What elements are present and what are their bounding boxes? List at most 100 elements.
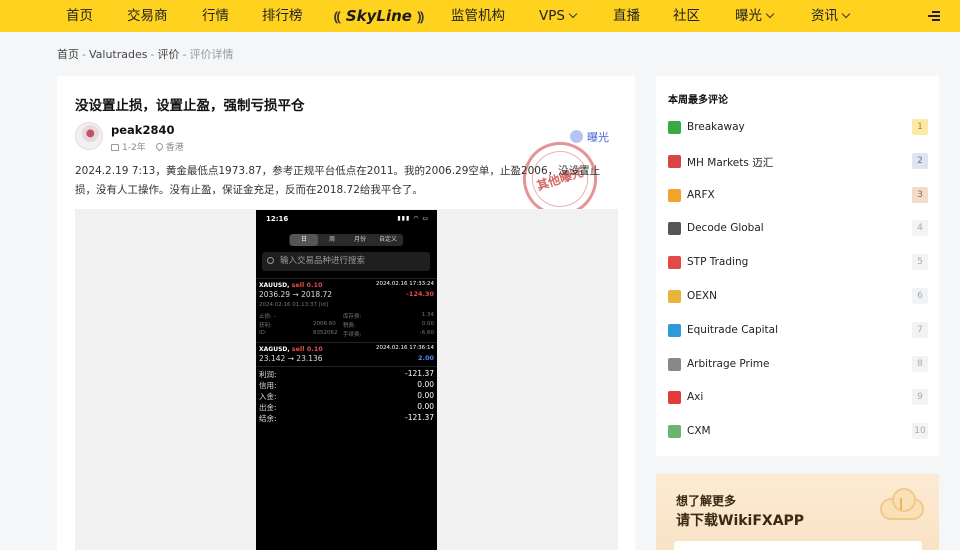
- broker-list-item[interactable]: Arbitrage Prime 8: [668, 355, 928, 374]
- author-name[interactable]: peak2840: [111, 123, 174, 137]
- trade1-tax-label: 税费:: [343, 323, 356, 329]
- sidebar-title: 本周最多评论: [668, 95, 728, 106]
- rank-badge: 3: [912, 186, 928, 203]
- rank-badge: 2: [912, 152, 928, 169]
- trade2-date: 2024.02.16 17:36:14: [376, 345, 434, 351]
- location-pin-icon: [154, 141, 165, 152]
- breadcrumb-home[interactable]: 首页: [57, 48, 79, 61]
- rank-badge: 10: [912, 423, 928, 440]
- author-duration: 1-2年: [122, 143, 146, 153]
- chevron-down-icon: [841, 9, 851, 19]
- phone-tab-month: 月份: [353, 236, 366, 243]
- summary-row: 出金: 0.00: [259, 402, 434, 413]
- broker-logo-icon: [668, 256, 681, 270]
- exposure-badge: 曝光: [570, 128, 609, 145]
- phone-tab-day: 日: [290, 234, 318, 246]
- broker-list-item[interactable]: STP Trading 5: [668, 254, 928, 272]
- trade2-header: XAGUSD, sell 0.10 2024.02.16 17:36:14: [259, 345, 434, 353]
- laurel-left-icon: ⸨: [334, 10, 341, 25]
- summary-label: 入金:: [259, 392, 277, 401]
- broker-logo-icon: [668, 357, 681, 371]
- summary-row: 入金: 0.00: [259, 391, 434, 402]
- logo-text: SkyLine: [345, 7, 412, 25]
- summary-row: 利润: -121.37: [259, 369, 434, 380]
- hamburger-menu-icon[interactable]: [928, 10, 940, 22]
- summary-value: -121.37: [405, 369, 434, 378]
- rank-badge: 8: [912, 355, 928, 372]
- trade1-swap-label: 库存费:: [343, 314, 362, 320]
- phone-time: 12:16: [266, 215, 289, 223]
- trade1-detail-row: 获利: 2006.60 税费: 0.00: [259, 321, 434, 329]
- broker-name: MH Markets 迈汇: [687, 156, 774, 169]
- broker-list-item[interactable]: CXM 10: [668, 423, 928, 441]
- skyline-logo[interactable]: ⸨ SkyLine ⸩: [334, 0, 424, 32]
- nav-item-brokers[interactable]: 交易商: [127, 0, 168, 32]
- summary-row: 结余: -121.37: [259, 413, 434, 424]
- broker-logo-icon: [668, 222, 681, 236]
- summary-value: 0.00: [417, 402, 434, 411]
- nav-item-community[interactable]: 社区: [673, 0, 700, 32]
- trade1-sl-value: -: [273, 314, 276, 320]
- attachment-image[interactable]: 12:16 ▮▮▮ ◠ ▭ 日 周 月份 自定义 输入交易品种进行搜索 XAUU…: [256, 210, 437, 550]
- phone-search-bar: 输入交易品种进行搜索: [262, 252, 430, 271]
- summary-label: 结余:: [259, 414, 277, 423]
- broker-list-item[interactable]: Axi 9: [668, 389, 928, 407]
- broker-list-item[interactable]: Decode Global 4: [668, 220, 928, 238]
- trade1-fee-value: -6.60: [419, 330, 434, 336]
- trade2-pnl: 2.00: [417, 354, 434, 362]
- nav-item-exposure-label: 曝光: [735, 8, 762, 24]
- nav-item-vps-label: VPS: [539, 8, 565, 24]
- trade1-tax-value: 0.00: [421, 321, 434, 327]
- trade1-side: sell 0.10: [291, 281, 323, 289]
- nav-item-exposure[interactable]: 曝光: [735, 0, 775, 32]
- trade1-detail-row: 止损: - 库存费: 1.34: [259, 312, 434, 320]
- nav-item-news-label: 资讯: [811, 8, 838, 24]
- broker-name: Equitrade Capital: [687, 323, 779, 336]
- sad-face-icon: [570, 130, 583, 143]
- summary-value: 0.00: [417, 380, 434, 389]
- rank-badge: 5: [912, 254, 928, 271]
- avatar[interactable]: [75, 122, 103, 150]
- nav-item-vps[interactable]: VPS: [539, 0, 578, 32]
- broker-list-item[interactable]: ARFX 3: [668, 186, 928, 205]
- weekly-most-reviewed-panel: 本周最多评论 Breakaway 1 MH Markets 迈汇 2 ARFX 3 Deco…: [656, 76, 939, 456]
- summary-label: 利润:: [259, 370, 277, 379]
- download-box[interactable]: [674, 541, 922, 550]
- nav-item-quotes[interactable]: 行情: [202, 0, 229, 32]
- nav-item-rankings[interactable]: 排行榜: [262, 0, 303, 32]
- breadcrumb: 首页 - Valutrades - 评价 - 评价详情: [57, 46, 233, 62]
- trade1-id-label: ID:: [259, 330, 267, 336]
- author-meta: 1-2年 香港: [111, 140, 184, 153]
- broker-list-item[interactable]: MH Markets 迈汇 2: [668, 152, 928, 171]
- divider: [256, 342, 437, 343]
- broker-list-item[interactable]: Breakaway 1: [668, 119, 928, 137]
- author-location: 香港: [165, 143, 184, 153]
- phone-tab-custom: 自定义: [378, 236, 397, 243]
- nav-item-home[interactable]: 首页: [66, 0, 93, 32]
- trade1-date: 2024.02.16 17:33:24: [376, 281, 434, 287]
- breadcrumb-sep: -: [82, 48, 86, 61]
- breadcrumb-reviews[interactable]: 评价: [157, 48, 179, 61]
- broker-logo-icon: [668, 290, 681, 303]
- rank-badge: 9: [912, 389, 928, 406]
- trade1-tp-value: 2006.60: [313, 321, 336, 327]
- broker-list-item[interactable]: OEXN 6: [668, 288, 928, 306]
- promo-line1: 想了解更多: [676, 494, 737, 508]
- nav-item-live[interactable]: 直播: [613, 0, 640, 32]
- broker-logo-icon: [668, 425, 681, 439]
- laurel-right-icon: ⸩: [417, 10, 424, 25]
- breadcrumb-sep: -: [150, 48, 155, 61]
- rank-badge: 6: [912, 288, 928, 304]
- nav-item-regulators[interactable]: 监管机构: [451, 0, 505, 32]
- phone-period-tabs: 日 周 月份 自定义: [289, 234, 403, 246]
- trade1-fee-label: 手续费:: [343, 332, 362, 338]
- breadcrumb-sep: -: [182, 48, 187, 61]
- trade2-price: 23.142 → 23.136: [259, 354, 323, 363]
- breadcrumb-broker[interactable]: Valutrades: [89, 48, 148, 61]
- trade1-symbol: XAUUSD,: [259, 282, 290, 289]
- trade1-tp-label: 获利:: [259, 323, 272, 329]
- broker-name: STP Trading: [687, 256, 749, 269]
- broker-list-item[interactable]: Equitrade Capital 7: [668, 321, 928, 340]
- nav-item-news[interactable]: 资讯: [811, 0, 851, 32]
- broker-name: ARFX: [687, 188, 715, 201]
